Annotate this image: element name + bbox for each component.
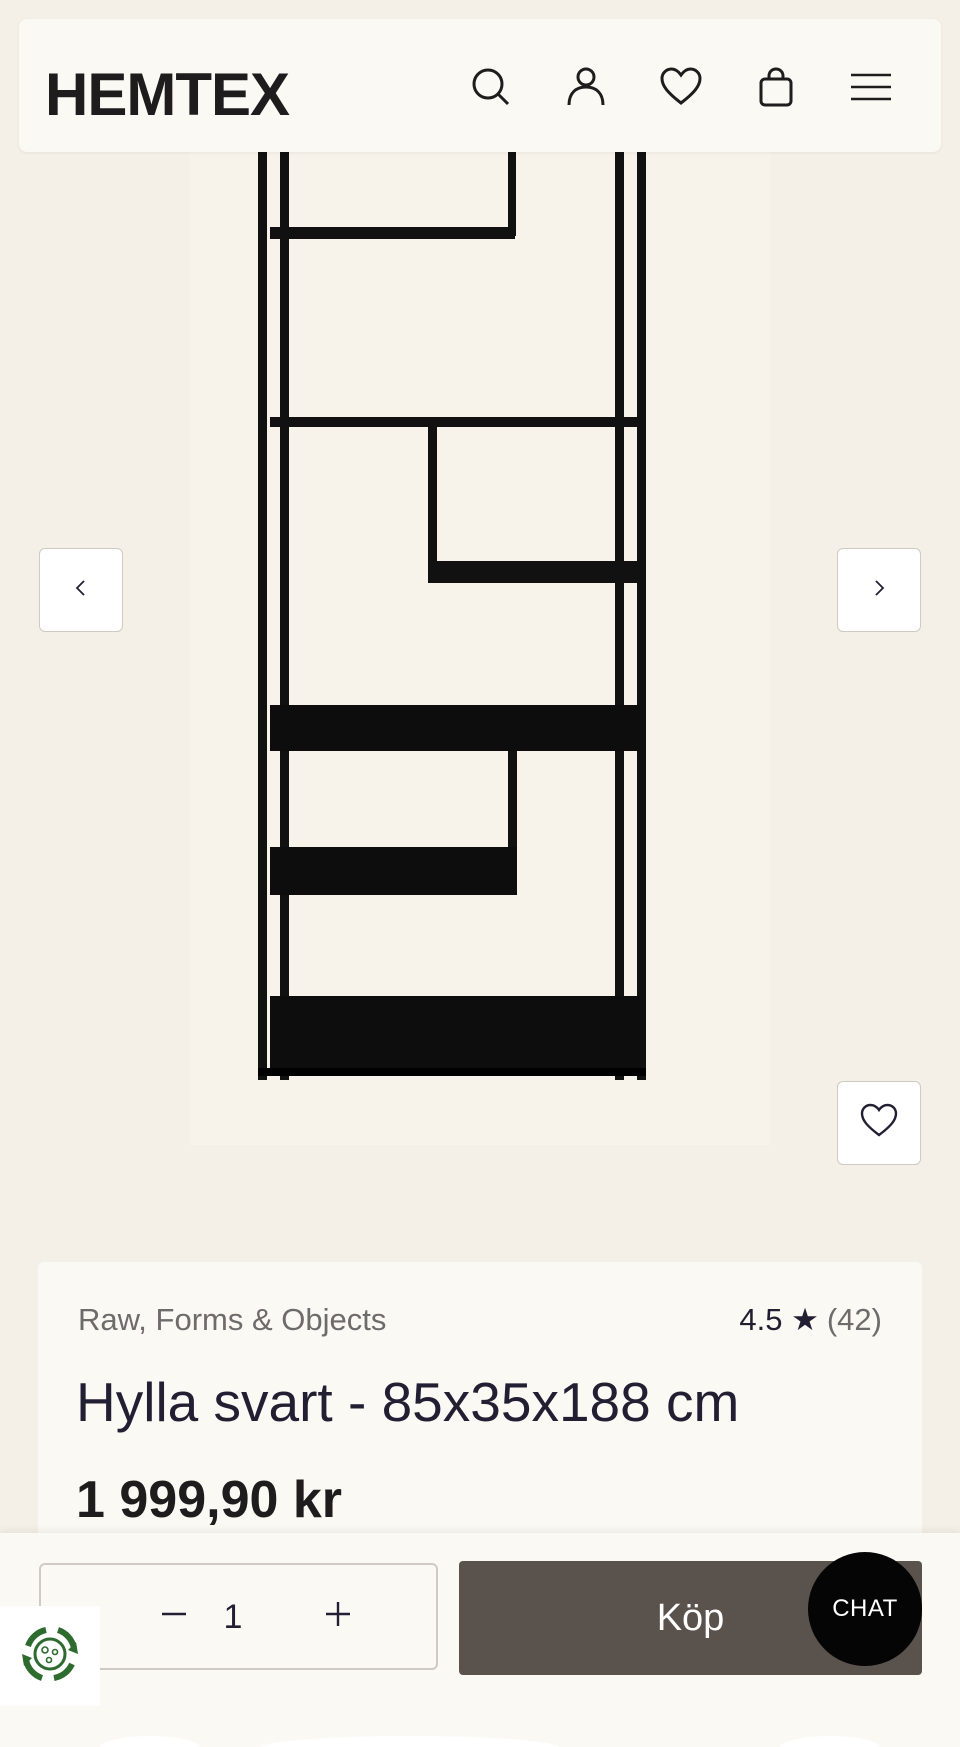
menu-button[interactable] <box>847 65 895 113</box>
product-page: HEMTEX Raw, Forms & Objects 4.5 ★ (42) H… <box>0 0 960 1747</box>
bag-icon <box>754 65 798 114</box>
increase-quantity-button[interactable] <box>313 1591 363 1641</box>
prev-image-button[interactable] <box>39 548 123 632</box>
recycle-icon <box>14 1618 86 1695</box>
eco-badge[interactable] <box>0 1606 100 1706</box>
rating-summary[interactable]: 4.5 ★ (42) <box>739 1302 882 1338</box>
cart-button[interactable] <box>752 65 800 113</box>
next-image-button[interactable] <box>837 548 921 632</box>
heart-icon <box>659 65 703 114</box>
chevron-left-icon <box>70 577 92 604</box>
product-gallery <box>0 0 960 1200</box>
rating-count: (42) <box>826 1302 882 1337</box>
quantity-input[interactable] <box>191 1591 275 1643</box>
product-image <box>190 110 770 1145</box>
user-icon <box>564 65 608 114</box>
plus-icon <box>323 1594 353 1639</box>
search-button[interactable] <box>467 65 515 113</box>
wishlist-button[interactable] <box>837 1081 921 1165</box>
chat-button[interactable]: CHAT <box>808 1552 922 1666</box>
sticky-buy-bar: Köp CHAT <box>0 1533 960 1747</box>
site-header: HEMTEX <box>19 19 941 152</box>
logo[interactable]: HEMTEX <box>45 65 290 125</box>
minus-icon <box>159 1594 189 1639</box>
heart-icon <box>859 1101 899 1146</box>
chevron-right-icon <box>868 577 890 604</box>
rating-value: 4.5 ★ <box>739 1302 819 1337</box>
account-button[interactable] <box>562 65 610 113</box>
brand-link[interactable]: Raw, Forms & Objects <box>78 1302 386 1338</box>
product-title: Hylla svart - 85x35x188 cm <box>76 1371 740 1433</box>
favorites-button[interactable] <box>657 65 705 113</box>
product-price: 1 999,90 kr <box>76 1471 343 1529</box>
search-icon <box>469 65 513 114</box>
menu-icon <box>849 65 893 114</box>
